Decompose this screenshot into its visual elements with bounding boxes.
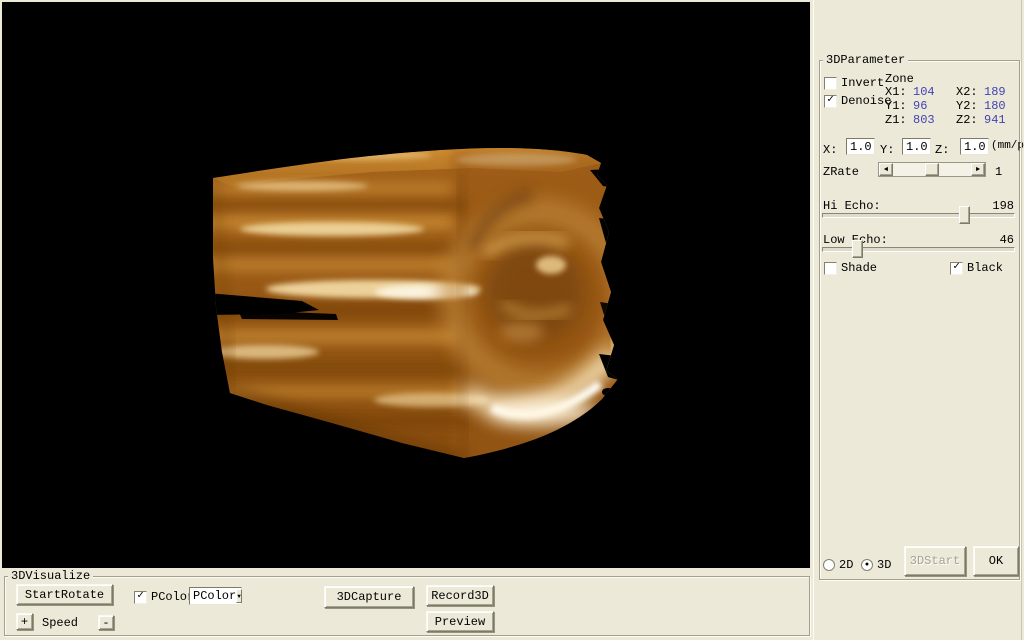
low-echo-slider-thumb[interactable]	[852, 240, 863, 258]
parameter-group: 3DParameter Invert ✓ Denoise Zone X1: 10…	[819, 60, 1020, 580]
denoise-checkbox-label: Denoise	[841, 94, 891, 108]
invert-checkbox-box[interactable]	[824, 77, 837, 90]
check-icon: ✓	[827, 95, 834, 106]
zone-title: Zone	[885, 72, 914, 86]
scale-unit-label: (mm/p)	[991, 140, 1024, 152]
zone-y2-label: Y2:	[956, 99, 978, 113]
parameter-group-title: 3DParameter	[823, 53, 908, 67]
zrate-scroll-thumb[interactable]	[925, 163, 939, 176]
zone-x2-value: 189	[984, 85, 1006, 99]
zone-z1-label: Z1:	[885, 113, 907, 127]
scale-x-input[interactable]	[846, 138, 875, 155]
speed-minus-button[interactable]: -	[98, 615, 114, 630]
black-checkbox[interactable]: ✓ Black	[950, 261, 1003, 275]
scale-z-label: Z:	[935, 143, 949, 157]
window-right-edge	[1021, 0, 1022, 640]
mode-2d-radio-circle[interactable]	[823, 559, 835, 571]
denoise-checkbox-box[interactable]: ✓	[824, 95, 837, 108]
parameter-panel: 3DParameter Invert ✓ Denoise Zone X1: 10…	[813, 0, 1024, 640]
pcolor-dropdown-value: PColor	[190, 589, 236, 603]
start3d-button[interactable]: 3DStart	[904, 546, 966, 576]
pcolor-dropdown[interactable]: PColor ▼	[189, 587, 242, 605]
zone-z1-value: 803	[913, 113, 935, 127]
visualize-group: 3DVisualize StartRotate ✓ PColor PColor …	[4, 576, 810, 636]
start-rotate-button[interactable]: StartRotate	[16, 584, 113, 605]
zone-x2-label: X2:	[956, 85, 978, 99]
scale-y-input[interactable]	[902, 138, 931, 155]
mode-3d-radio-label: 3D	[877, 558, 891, 572]
pcolor-dropdown-button[interactable]: ▼	[236, 589, 242, 603]
scale-x-label: X:	[823, 143, 837, 157]
zone-x1-label: X1:	[885, 85, 907, 99]
low-echo-slider-track[interactable]	[822, 247, 1015, 252]
volume-render-3d	[2, 2, 810, 568]
pcolor-checkbox-label: PColor	[151, 590, 194, 604]
scroll-left-icon: ◄	[884, 166, 888, 174]
zone-y1-value: 96	[913, 99, 927, 113]
app-window: 3DParameter Invert ✓ Denoise Zone X1: 10…	[0, 0, 1024, 640]
zrate-scrollbar[interactable]: ◄ ►	[878, 162, 986, 177]
shade-checkbox-label: Shade	[841, 261, 877, 275]
mode-2d-radio-label: 2D	[839, 558, 853, 572]
zrate-scroll-left-button[interactable]: ◄	[879, 163, 893, 176]
preview-button[interactable]: Preview	[426, 611, 494, 632]
zrate-scroll-right-button[interactable]: ►	[971, 163, 985, 176]
hi-echo-slider-track[interactable]	[822, 213, 1015, 218]
radio-dot-icon: ●	[865, 562, 869, 569]
visualize-panel: 3DVisualize StartRotate ✓ PColor PColor …	[0, 568, 813, 640]
hi-echo-slider-thumb[interactable]	[959, 206, 970, 224]
denoise-checkbox[interactable]: ✓ Denoise	[824, 94, 891, 108]
dropdown-arrow-icon: ▼	[237, 593, 241, 600]
zone-x1-value: 104	[913, 85, 935, 99]
hi-echo-value: 198	[992, 199, 1014, 213]
check-icon: ✓	[137, 591, 144, 602]
mode-2d-radio[interactable]: 2D	[823, 558, 853, 572]
zrate-value: 1	[995, 165, 1002, 179]
zone-y2-value: 180	[984, 99, 1006, 113]
pcolor-checkbox-box[interactable]: ✓	[134, 591, 147, 604]
render-canvas[interactable]	[2, 2, 810, 568]
record-3d-button[interactable]: Record3D	[426, 585, 494, 606]
scroll-right-icon: ►	[976, 166, 980, 174]
shade-checkbox[interactable]: Shade	[824, 261, 877, 275]
capture-3d-button[interactable]: 3DCapture	[324, 586, 414, 608]
visualize-group-title: 3DVisualize	[8, 569, 93, 583]
zrate-label: ZRate	[823, 165, 859, 179]
check-icon: ✓	[953, 262, 960, 273]
zone-y1-label: Y1:	[885, 99, 907, 113]
invert-checkbox[interactable]: Invert	[824, 76, 884, 90]
shade-checkbox-box[interactable]	[824, 262, 837, 275]
mode-3d-radio[interactable]: ● 3D	[861, 558, 891, 572]
hi-echo-label: Hi Echo:	[823, 199, 881, 213]
invert-checkbox-label: Invert	[841, 76, 884, 90]
speed-label: Speed	[42, 616, 78, 630]
speed-plus-button[interactable]: +	[16, 613, 33, 630]
zone-z2-label: Z2:	[956, 113, 978, 127]
scale-z-input[interactable]	[960, 138, 989, 155]
pcolor-checkbox[interactable]: ✓ PColor	[134, 590, 194, 604]
ok-button[interactable]: OK	[973, 546, 1019, 576]
zone-z2-value: 941	[984, 113, 1006, 127]
black-checkbox-box[interactable]: ✓	[950, 262, 963, 275]
black-checkbox-label: Black	[967, 261, 1003, 275]
mode-3d-radio-circle[interactable]: ●	[861, 559, 873, 571]
low-echo-value: 46	[1000, 233, 1014, 247]
scale-y-label: Y:	[880, 143, 894, 157]
